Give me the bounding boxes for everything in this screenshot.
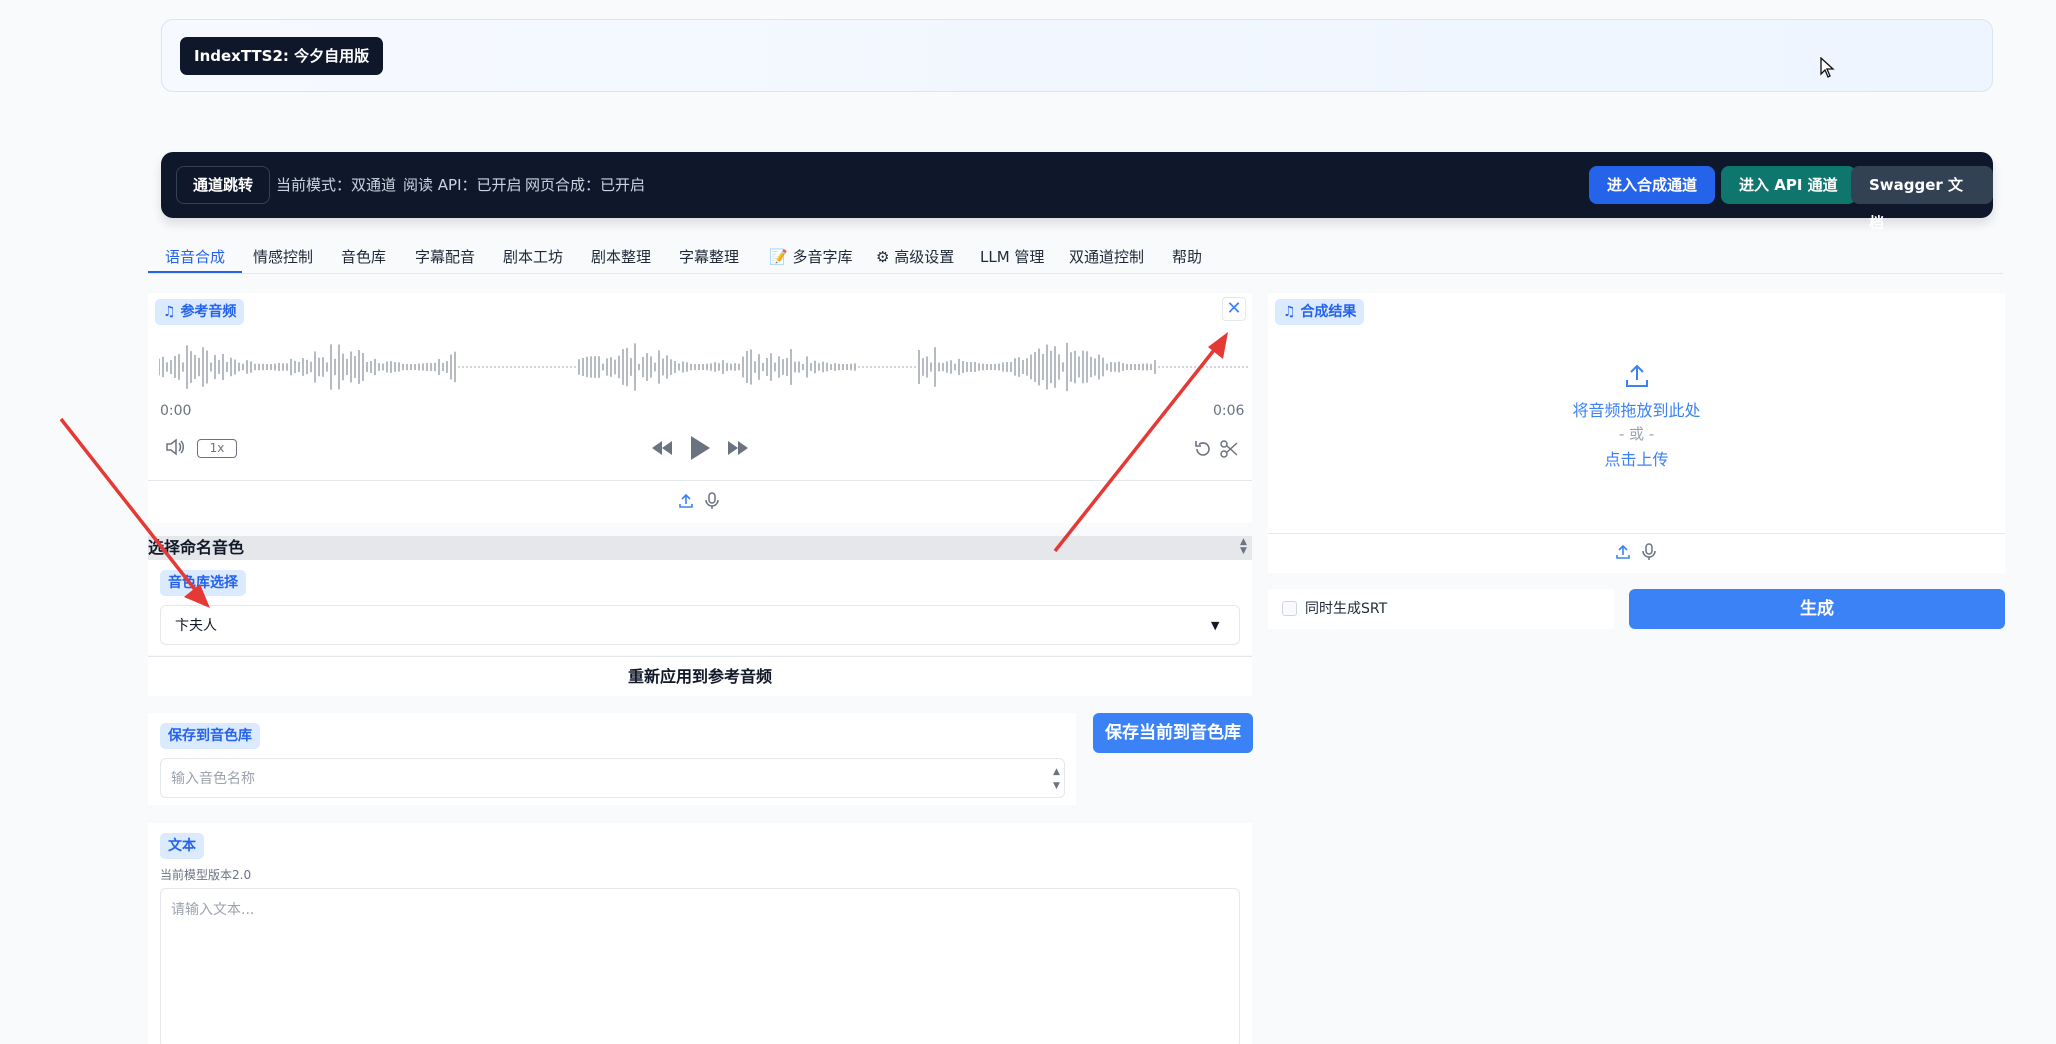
status-mode: 当前模式：双通道 bbox=[276, 176, 397, 194]
synthesis-result-label: ♫ 合成结果 bbox=[1275, 299, 1365, 325]
tab-dual-channel-control[interactable]: 双通道控制 bbox=[1069, 244, 1144, 273]
save-to-library-label: 保存到音色库 bbox=[160, 723, 260, 749]
srt-checkbox-label: 同时生成SRT bbox=[1305, 601, 1388, 617]
tab-help[interactable]: 帮助 bbox=[1172, 244, 1202, 273]
tab-script-workshop[interactable]: 剧本工坊 bbox=[503, 244, 563, 273]
divider bbox=[1268, 533, 2005, 534]
volume-icon[interactable] bbox=[165, 438, 185, 456]
microphone-icon[interactable] bbox=[1642, 543, 1656, 561]
rewind-icon[interactable] bbox=[650, 439, 674, 457]
upload-icon bbox=[1624, 363, 1650, 393]
voice-library-select-panel: 音色库选择 卞夫人 ▼ bbox=[148, 560, 1252, 655]
select-voice-section-header: 选择命名音色 ▲ ▼ bbox=[148, 536, 1252, 560]
notebook-icon: 📝 bbox=[769, 248, 788, 266]
model-version-info: 当前模型版本2.0 bbox=[160, 868, 252, 882]
swagger-docs-button[interactable]: Swagger 文档 bbox=[1851, 166, 1993, 232]
reference-audio-label-text: 参考音频 bbox=[180, 304, 237, 320]
enter-api-channel-button[interactable]: 进入 API 通道 bbox=[1721, 166, 1856, 204]
text-input-area[interactable]: 请输入文本... bbox=[160, 888, 1240, 1044]
main-tabs: 语音合成 情感控制 音色库 字幕配音 剧本工坊 剧本整理 字幕整理 📝 多音字库… bbox=[148, 244, 2003, 274]
tab-subtitle-dubbing[interactable]: 字幕配音 bbox=[415, 244, 475, 273]
drop-audio-text: 将音频拖放到此处 bbox=[1572, 401, 1701, 420]
text-input-panel: 文本 当前模型版本2.0 请输入文本... bbox=[148, 823, 1252, 1044]
generate-button[interactable]: 生成 bbox=[1629, 589, 2005, 629]
status-web-synth: 网页合成：已开启 bbox=[525, 176, 646, 194]
audio-waveform[interactable] bbox=[159, 337, 1249, 397]
reapply-button-row: 重新应用到参考音频 bbox=[148, 656, 1252, 696]
tab-subtitle-organize[interactable]: 字幕整理 bbox=[679, 244, 739, 273]
click-upload-link[interactable]: 点击上传 bbox=[1268, 446, 2005, 470]
upload-icon[interactable] bbox=[678, 493, 694, 509]
section-title: 选择命名音色 bbox=[148, 538, 245, 557]
reference-audio-panel: ♫ 参考音频 ✕ 0:00 0:06 1x bbox=[148, 293, 1252, 523]
play-icon[interactable] bbox=[688, 435, 712, 461]
clear-audio-close-icon[interactable]: ✕ bbox=[1222, 297, 1246, 321]
voice-library-select-label: 音色库选择 bbox=[160, 570, 246, 596]
app-title-badge: IndexTTS2: 今夕自用版 bbox=[180, 37, 384, 75]
tab-script-organize[interactable]: 剧本整理 bbox=[591, 244, 651, 273]
trim-scissors-icon[interactable] bbox=[1219, 439, 1239, 459]
tab-llm-management[interactable]: LLM 管理 bbox=[980, 244, 1044, 273]
mouse-cursor-icon bbox=[1820, 56, 1836, 83]
number-stepper-icon[interactable]: ▲ ▼ bbox=[1053, 765, 1060, 793]
or-divider-text: - 或 - bbox=[1618, 425, 1655, 443]
channel-jump-button[interactable]: 通道跳转 bbox=[176, 166, 271, 204]
save-current-to-library-button[interactable]: 保存当前到音色库 bbox=[1093, 713, 1253, 753]
srt-option-panel: 同时生成SRT bbox=[1268, 589, 1614, 629]
fast-forward-icon[interactable] bbox=[726, 439, 750, 457]
synthesis-result-label-text: 合成结果 bbox=[1300, 304, 1357, 320]
text-placeholder: 请输入文本... bbox=[171, 902, 255, 918]
audio-drop-zone[interactable]: 将音频拖放到此处 - 或 - 点击上传 bbox=[1268, 363, 2005, 473]
time-end: 0:06 bbox=[1213, 403, 1245, 419]
synthesis-result-panel: ♫ 合成结果 将音频拖放到此处 - 或 - 点击上传 bbox=[1268, 293, 2005, 573]
reapply-to-reference-button[interactable]: 重新应用到参考音频 bbox=[148, 657, 1252, 697]
music-note-icon: ♫ bbox=[163, 304, 176, 320]
scroll-stepper-icon[interactable]: ▲ ▼ bbox=[1240, 538, 1247, 556]
time-start: 0:00 bbox=[160, 403, 192, 419]
enter-synth-channel-button[interactable]: 进入合成通道 bbox=[1589, 166, 1716, 204]
reference-audio-label: ♫ 参考音频 bbox=[155, 299, 245, 325]
srt-checkbox[interactable] bbox=[1282, 601, 1297, 616]
upload-icon[interactable] bbox=[1615, 544, 1631, 560]
tab-advanced-settings[interactable]: ⚙ 高级设置 bbox=[876, 244, 954, 273]
save-voice-panel: 保存到音色库 输入音色名称 ▲ ▼ bbox=[148, 713, 1076, 805]
divider bbox=[148, 480, 1252, 481]
app-header-banner: IndexTTS2: 今夕自用版 bbox=[161, 19, 1993, 92]
tab-voice-library[interactable]: 音色库 bbox=[341, 244, 386, 273]
text-label: 文本 bbox=[160, 833, 204, 859]
status-read-api: 阅读 API：已开启 bbox=[403, 176, 522, 194]
channel-nav-bar: 通道跳转 当前模式：双通道 阅读 API：已开启 网页合成：已开启 进入合成通道… bbox=[161, 152, 1993, 232]
gear-icon: ⚙ bbox=[876, 248, 890, 266]
dropdown-value: 卞夫人 bbox=[175, 618, 217, 634]
reset-icon[interactable] bbox=[1193, 439, 1213, 459]
voice-name-placeholder: 输入音色名称 bbox=[171, 771, 255, 787]
tab-speech-synthesis[interactable]: 语音合成 bbox=[148, 244, 243, 273]
voice-name-input[interactable]: 输入音色名称 ▲ ▼ bbox=[160, 758, 1065, 798]
playback-speed-button[interactable]: 1x bbox=[197, 439, 237, 458]
music-note-icon: ♫ bbox=[1283, 304, 1296, 320]
tab-advanced-label: 高级设置 bbox=[894, 248, 955, 266]
voice-library-dropdown[interactable]: 卞夫人 ▼ bbox=[160, 605, 1240, 645]
chevron-down-icon: ▼ bbox=[1211, 619, 1220, 632]
microphone-icon[interactable] bbox=[705, 492, 719, 510]
tab-emotion-control[interactable]: 情感控制 bbox=[253, 244, 313, 273]
tab-polyphone-label: 多音字库 bbox=[792, 248, 853, 266]
tab-polyphone-library[interactable]: 📝 多音字库 bbox=[769, 244, 852, 273]
